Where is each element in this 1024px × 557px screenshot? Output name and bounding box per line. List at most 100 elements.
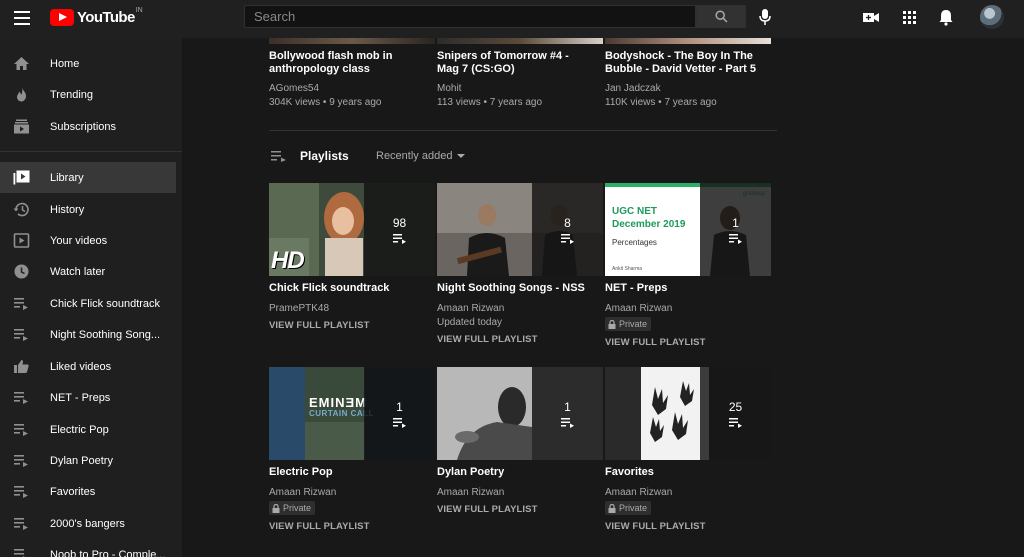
- sidebar-item-label: Subscriptions: [50, 120, 117, 133]
- notifications-bell-icon[interactable]: [937, 8, 955, 26]
- sidebar-item-watch-later[interactable]: Watch later: [0, 256, 176, 287]
- playlists-section-icon: [271, 151, 286, 162]
- sidebar-item-playlist[interactable]: 2000's bangers: [0, 508, 176, 539]
- video-thumbnail[interactable]: [437, 38, 603, 44]
- video-channel[interactable]: Mohit: [437, 83, 461, 94]
- playlist-count-overlay: 1: [364, 367, 435, 460]
- playlist-thumbnail[interactable]: 8: [437, 183, 603, 276]
- sidebar-item-library[interactable]: Library: [0, 162, 176, 193]
- search-box: [244, 5, 696, 28]
- sidebar-item-label: Electric Pop: [50, 423, 109, 436]
- playlist-icon: [14, 518, 28, 530]
- playlist-thumbnail[interactable]: EMINƎM CURTAIN CALL 1: [269, 367, 435, 460]
- caret-down-icon: [457, 154, 466, 158]
- lock-icon: [608, 503, 616, 513]
- playlist-thumbnail[interactable]: 1: [437, 367, 603, 460]
- youtube-logo[interactable]: YouTube IN: [50, 7, 143, 26]
- playlist-title[interactable]: Night Soothing Songs - NSS: [437, 282, 585, 294]
- playlist-icon: [728, 417, 742, 428]
- private-badge: Private: [605, 501, 652, 515]
- lock-icon: [272, 503, 280, 513]
- sidebar-item-playlist[interactable]: Noob to Pro - Comple...: [0, 539, 176, 557]
- playlist-icon: [728, 233, 742, 244]
- search-button[interactable]: [696, 5, 746, 28]
- video-title[interactable]: Bollywood flash mob in anthropology clas…: [269, 50, 434, 76]
- playlist-icon: [560, 417, 574, 428]
- playlist-thumbnail[interactable]: UGC NET December 2019 Percentages Ankit …: [605, 183, 771, 276]
- playlist-thumbnail[interactable]: HD 98: [269, 183, 435, 276]
- playlist-title[interactable]: NET - Preps: [605, 282, 667, 294]
- video-title[interactable]: Bodyshock - The Boy In The Bubble - Davi…: [605, 50, 770, 76]
- sidebar-item-playlist[interactable]: Night Soothing Song...: [0, 319, 176, 350]
- sidebar-item-label: History: [50, 203, 85, 216]
- playlist-owner[interactable]: Amaan Rizwan: [605, 303, 672, 314]
- sidebar-item-trending[interactable]: Trending: [0, 79, 176, 110]
- logo-country-code: IN: [135, 7, 143, 14]
- sidebar-item-your-videos[interactable]: Your videos: [0, 225, 176, 256]
- sidebar-item-liked-videos[interactable]: Liked videos: [0, 351, 176, 382]
- thumbnail-heading: UGC NET December 2019: [612, 206, 686, 230]
- menu-icon[interactable]: [14, 11, 30, 25]
- playlist-owner[interactable]: Amaan Rizwan: [437, 487, 504, 498]
- view-full-playlist-link[interactable]: VIEW FULL PLAYLIST: [605, 521, 706, 532]
- video-stats: 113 views • 7 years ago: [437, 97, 543, 108]
- sidebar-item-label: Home: [50, 57, 80, 70]
- playlist-title[interactable]: Electric Pop: [269, 466, 333, 478]
- sidebar-item-subscriptions[interactable]: Subscriptions: [0, 111, 176, 142]
- playlist-owner[interactable]: PramePTK48: [269, 303, 329, 314]
- history-icon: [13, 202, 29, 217]
- video-thumbnail[interactable]: [605, 38, 771, 44]
- sidebar-item-label: Your videos: [50, 234, 108, 247]
- sidebar-item-label: Dylan Poetry: [50, 454, 113, 467]
- playlist-video-count: 25: [728, 399, 743, 414]
- microphone-icon[interactable]: [758, 8, 772, 26]
- video-title[interactable]: Snipers of Tomorrow #4 - Mag 7 (CS:GO): [437, 50, 602, 76]
- playlist-icon: [392, 417, 406, 428]
- playlist-title[interactable]: Dylan Poetry: [437, 466, 504, 478]
- playlist-owner[interactable]: Amaan Rizwan: [269, 487, 336, 498]
- private-badge: Private: [269, 501, 316, 515]
- thumbs-up-icon: [14, 360, 29, 373]
- thumbnail-subheading: Percentages: [612, 238, 657, 247]
- avatar[interactable]: [980, 5, 1004, 29]
- playlist-video-count: 1: [396, 399, 403, 414]
- create-video-icon[interactable]: [862, 8, 880, 26]
- playlist-title[interactable]: Favorites: [605, 466, 654, 478]
- album-artist-text: EMINƎM: [309, 395, 367, 410]
- sidebar-item-history[interactable]: History: [0, 194, 176, 225]
- sidebar-item-playlist[interactable]: Dylan Poetry: [0, 445, 176, 476]
- home-icon: [14, 57, 29, 70]
- view-full-playlist-link[interactable]: VIEW FULL PLAYLIST: [437, 334, 538, 345]
- sidebar: Home Trending Subscriptions Library Hist…: [0, 38, 182, 557]
- private-badge: Private: [605, 317, 652, 331]
- video-thumbnail[interactable]: [269, 38, 435, 44]
- sidebar-item-playlist[interactable]: Favorites: [0, 476, 176, 507]
- search-input[interactable]: [245, 6, 695, 27]
- view-full-playlist-link[interactable]: VIEW FULL PLAYLIST: [605, 337, 706, 348]
- video-channel[interactable]: Jan Jadczak: [605, 83, 661, 94]
- playlist-icon: [14, 329, 28, 341]
- playlist-count-overlay: 1: [532, 367, 603, 460]
- video-title-line: Bubble - David Vetter - Part 5: [605, 63, 756, 75]
- view-full-playlist-link[interactable]: VIEW FULL PLAYLIST: [437, 504, 538, 515]
- sidebar-item-playlist[interactable]: Electric Pop: [0, 414, 176, 445]
- playlist-title[interactable]: Chick Flick soundtrack: [269, 282, 389, 294]
- hd-label: HD: [271, 247, 305, 274]
- playlist-owner[interactable]: Amaan Rizwan: [437, 303, 504, 314]
- video-channel[interactable]: AGomes54: [269, 83, 319, 94]
- sidebar-item-playlist[interactable]: NET - Preps: [0, 382, 176, 413]
- view-full-playlist-link[interactable]: VIEW FULL PLAYLIST: [269, 320, 370, 331]
- sort-dropdown[interactable]: Recently added: [376, 150, 466, 162]
- video-title-line: anthropology class: [269, 63, 370, 75]
- playlist-thumbnail[interactable]: 25: [605, 367, 771, 460]
- playlists-section-title[interactable]: Playlists: [300, 149, 349, 163]
- private-label: Private: [283, 503, 312, 513]
- view-full-playlist-link[interactable]: VIEW FULL PLAYLIST: [269, 521, 370, 532]
- playlist-icon: [14, 549, 25, 557]
- sidebar-item-label: Favorites: [50, 485, 96, 498]
- sidebar-item-home[interactable]: Home: [0, 48, 176, 79]
- apps-grid-icon[interactable]: [900, 8, 918, 26]
- playlist-owner[interactable]: Amaan Rizwan: [605, 487, 672, 498]
- video-title-line: Mag 7 (CS:GO): [437, 63, 515, 75]
- sidebar-item-playlist[interactable]: Chick Flick soundtrack: [0, 288, 176, 319]
